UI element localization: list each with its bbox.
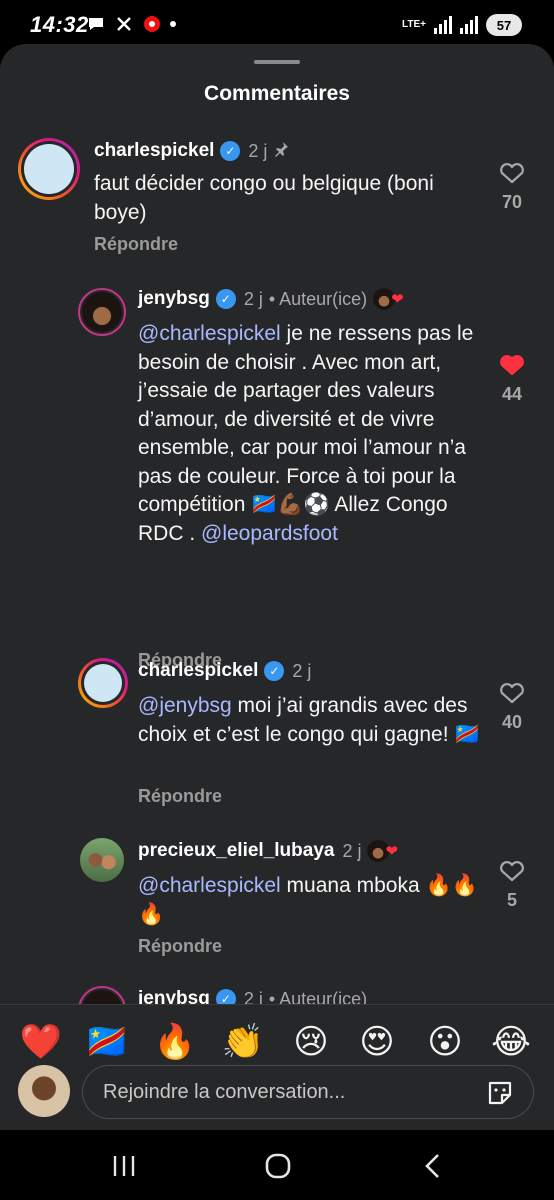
- comment-time: 2 j: [342, 840, 362, 861]
- emoji-laughing[interactable]: 😂: [488, 1019, 534, 1065]
- avatar[interactable]: [80, 838, 124, 882]
- navigation-bar: [0, 1130, 554, 1200]
- comment-text: @jenybsg moi j’ai grandis avec des choix…: [138, 694, 481, 746]
- message-icon: [86, 14, 106, 34]
- signal-2-icon: [460, 16, 478, 34]
- avatar[interactable]: [18, 138, 80, 200]
- avatar[interactable]: [78, 658, 128, 708]
- mention-link[interactable]: @leopardsfoot: [201, 522, 338, 545]
- like-count: 40: [501, 712, 523, 732]
- signal-icon: [434, 16, 452, 34]
- emoji-surprised[interactable]: 😮: [422, 1019, 468, 1065]
- comment-text: @charlespickel je ne ressens pas le beso…: [138, 322, 474, 545]
- reply-button[interactable]: Répondre: [138, 786, 222, 807]
- comment-composer: ❤️ 🇨🇩 🔥 👏 😢 😍 😮 😂 Rejoindre la conversat…: [0, 1004, 554, 1130]
- comment-input[interactable]: Rejoindre la conversation...: [82, 1065, 534, 1119]
- verified-badge-icon: ✓: [264, 661, 285, 681]
- emoji-heart-eyes[interactable]: 😍: [354, 1019, 400, 1065]
- creator-liked-badge: ❤: [367, 840, 401, 862]
- comment-text: @charlespickel muana mboka 🔥🔥🔥: [138, 874, 478, 926]
- comment-input-placeholder: Rejoindre la conversation...: [103, 1081, 346, 1103]
- heart-icon[interactable]: [492, 680, 532, 706]
- heart-icon[interactable]: [492, 160, 532, 186]
- mention-link[interactable]: @charlespickel: [138, 322, 281, 345]
- verified-badge-icon: ✓: [215, 289, 236, 309]
- reply-button[interactable]: Répondre: [94, 234, 178, 255]
- gif-sticker-icon[interactable]: [485, 1078, 515, 1108]
- author-label: • Auteur(ice): [268, 288, 368, 309]
- like-count: 5: [506, 890, 517, 910]
- drag-handle[interactable]: [254, 60, 300, 64]
- emoji-crying[interactable]: 😢: [288, 1019, 334, 1065]
- heart-icon: ❤: [385, 843, 399, 860]
- like-control[interactable]: 44: [492, 352, 532, 405]
- like-count: 70: [501, 192, 523, 212]
- comment-time: 2 j: [248, 140, 268, 161]
- comment-time: 2 j: [292, 660, 312, 681]
- more-notifications-dot-icon: [170, 21, 176, 27]
- verified-badge-icon: ✓: [220, 141, 241, 161]
- carrier-icon: [142, 14, 162, 34]
- heart-icon[interactable]: [492, 858, 532, 884]
- username[interactable]: charlespickel: [94, 140, 214, 162]
- creator-liked-badge: ❤: [373, 288, 407, 310]
- username[interactable]: precieux_eliel_lubaya: [138, 840, 334, 862]
- x-icon: [114, 14, 134, 34]
- system-icons: LTE+ 57: [402, 14, 522, 36]
- recent-apps-icon[interactable]: [104, 1150, 144, 1182]
- comments-sheet: Commentaires charlespickel ✓ 2 j faut dé…: [0, 44, 554, 1130]
- username[interactable]: jenybsg: [138, 288, 210, 310]
- home-icon[interactable]: [258, 1150, 298, 1182]
- emoji-heart[interactable]: ❤️: [18, 1019, 64, 1065]
- emoji-fire[interactable]: 🔥: [152, 1019, 198, 1065]
- mention-link[interactable]: @jenybsg: [138, 694, 232, 717]
- pin-icon: [273, 141, 289, 162]
- mention-link[interactable]: @charlespickel: [138, 874, 281, 897]
- heart-icon: ❤: [391, 291, 404, 308]
- back-icon[interactable]: [414, 1150, 454, 1182]
- emoji-clap[interactable]: 👏: [220, 1019, 266, 1065]
- status-bar: 14:32 LTE+ 57: [0, 0, 554, 48]
- battery-icon: 57: [486, 14, 522, 36]
- comment-time: 2 j: [243, 288, 263, 309]
- reply-button[interactable]: Répondre: [138, 936, 222, 957]
- username[interactable]: charlespickel: [138, 660, 258, 682]
- status-time: 14:32: [30, 12, 89, 37]
- avatar[interactable]: [78, 288, 126, 336]
- like-control[interactable]: 5: [492, 858, 532, 911]
- heart-icon[interactable]: [492, 352, 532, 378]
- current-user-avatar: [18, 1065, 70, 1117]
- network-type: LTE+: [402, 19, 426, 30]
- like-count: 44: [501, 384, 523, 404]
- like-control[interactable]: 40: [492, 680, 532, 733]
- sheet-title: Commentaires: [204, 82, 350, 105]
- emoji-congo-flag[interactable]: 🇨🇩: [84, 1019, 130, 1065]
- comment-text: faut décider congo ou belgique (boni boy…: [94, 172, 434, 224]
- like-control[interactable]: 70: [492, 160, 532, 213]
- notification-icons: [86, 14, 176, 34]
